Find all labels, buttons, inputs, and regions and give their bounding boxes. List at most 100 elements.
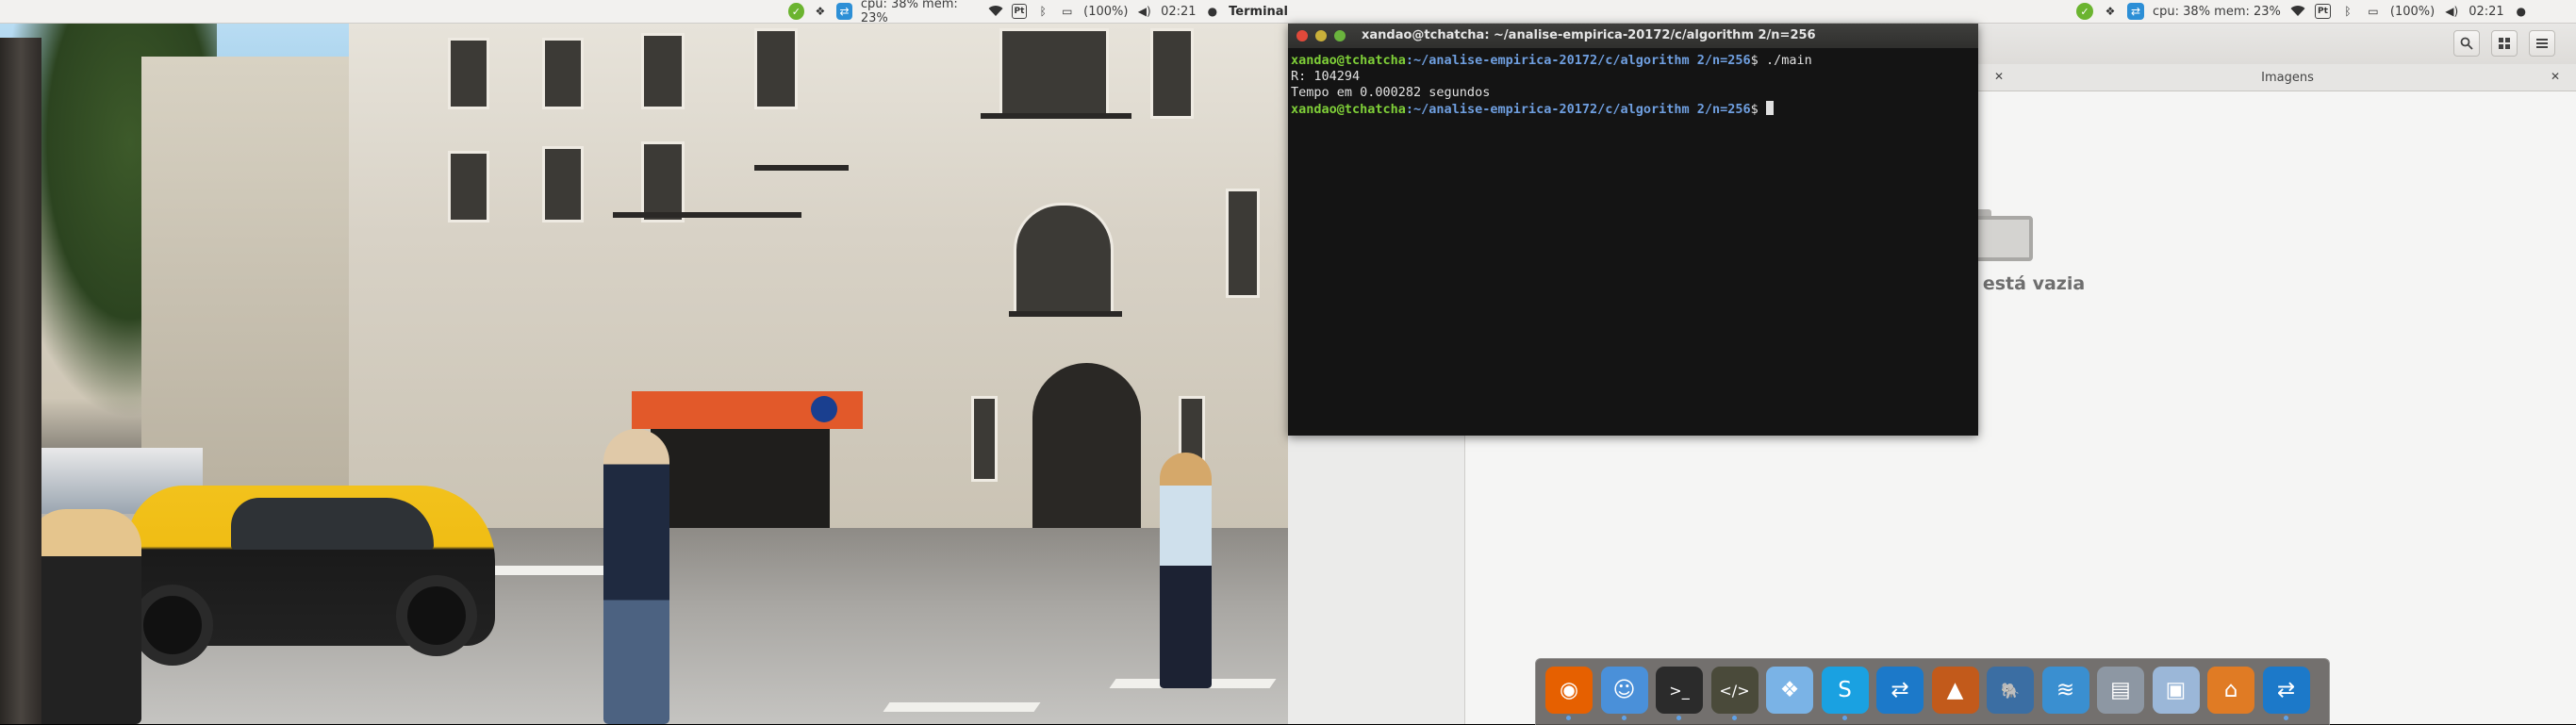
wallpaper-balcony bbox=[1009, 311, 1122, 317]
tab-imagens[interactable]: Imagens bbox=[2009, 64, 2566, 91]
dropbox-icon[interactable]: ❖ bbox=[1766, 667, 1813, 714]
running-indicator bbox=[1566, 716, 1571, 720]
running-indicator bbox=[1841, 716, 1847, 720]
top-panel-left: ✓ ❖ ⇄ cpu: 38% mem: 23% Pt ᛒ ▭ (100%) ◀)… bbox=[0, 0, 1288, 25]
text-cursor bbox=[1765, 101, 1774, 115]
terminal-line: xandao@tchatcha:~/analise-empirica-20172… bbox=[1291, 53, 1975, 69]
wallpaper-window bbox=[448, 151, 489, 222]
keyboard-layout-indicator[interactable]: Pt bbox=[1012, 4, 1027, 19]
teamviewer-tray-icon[interactable]: ⇄ bbox=[836, 3, 852, 20]
mysql-workbench-icon[interactable]: ≋ bbox=[2041, 667, 2089, 714]
desktop-wallpaper bbox=[0, 0, 1288, 724]
dropbox-tray-icon[interactable]: ❖ bbox=[2102, 3, 2119, 20]
prompt-user: xandao@tchatcha bbox=[1291, 102, 1406, 117]
wallpaper-window bbox=[971, 396, 998, 482]
menu-button[interactable] bbox=[2529, 30, 2555, 57]
maximize-window-button[interactable] bbox=[1334, 30, 1346, 41]
running-indicator bbox=[2283, 716, 2288, 720]
terminal-titlebar[interactable]: xandao@tchatcha: ~/analise-empirica-2017… bbox=[1288, 24, 1978, 48]
system-monitor[interactable]: cpu: 38% mem: 23% bbox=[861, 0, 980, 25]
prompt-path: :~/analise-empirica-20172/c/algorithm 2/… bbox=[1405, 102, 1751, 117]
wallpaper-taxi-window bbox=[231, 498, 434, 550]
matlab-icon[interactable]: ▲ bbox=[1931, 667, 1979, 714]
code-editor-icon[interactable]: </> bbox=[1710, 667, 1759, 714]
view-toggle-button[interactable] bbox=[2491, 30, 2518, 57]
virtualbox-icon[interactable]: ▣ bbox=[2152, 667, 2200, 714]
volume-icon[interactable]: ◀) bbox=[1136, 3, 1152, 20]
teamviewer-2-icon[interactable]: ⇄ bbox=[2262, 667, 2310, 714]
prompt-user: xandao@tchatcha bbox=[1291, 53, 1406, 68]
wallpaper-window bbox=[542, 38, 584, 109]
bluetooth-icon[interactable]: ᛒ bbox=[2339, 3, 2356, 20]
prompt-path: :~/analise-empirica-20172/c/algorithm 2/… bbox=[1405, 53, 1751, 68]
battery-icon[interactable]: ▭ bbox=[1060, 3, 1076, 20]
volume-icon[interactable]: ◀) bbox=[2443, 3, 2460, 20]
close-tab-button[interactable]: ✕ bbox=[1990, 68, 2007, 85]
wallpaper-balcony bbox=[981, 113, 1131, 119]
update-notifier-icon[interactable]: ✓ bbox=[788, 3, 804, 20]
battery-percentage[interactable]: (100%) bbox=[1083, 5, 1128, 19]
running-indicator bbox=[1731, 716, 1737, 720]
wallpaper-window bbox=[1014, 203, 1114, 317]
top-panel-right: ✓ ❖ ⇄ cpu: 38% mem: 23% Pt ᛒ ▭ (100%) ◀)… bbox=[1288, 0, 2576, 24]
skype-icon[interactable]: S bbox=[1821, 667, 1869, 714]
wallpaper-window bbox=[1226, 189, 1260, 298]
update-notifier-icon[interactable]: ✓ bbox=[2076, 3, 2093, 20]
close-window-button[interactable] bbox=[1296, 30, 1308, 41]
keyboard-layout-indicator[interactable]: Pt bbox=[2314, 4, 2331, 19]
terminal-output[interactable]: xandao@tchatcha:~/analise-empirica-20172… bbox=[1288, 48, 1978, 123]
wallpaper-person bbox=[603, 429, 669, 724]
grid-view-icon bbox=[2499, 38, 2510, 49]
clock[interactable]: 02:21 bbox=[1161, 5, 1196, 19]
hamburger-menu-icon bbox=[2536, 39, 2548, 48]
wifi-icon[interactable] bbox=[2289, 3, 2306, 20]
wifi-icon[interactable] bbox=[987, 3, 1003, 20]
teamviewer-tray-icon[interactable]: ⇄ bbox=[2127, 3, 2144, 20]
indicator-area: ✓ ❖ ⇄ cpu: 38% mem: 23% Pt ᛒ ▭ (100%) ◀)… bbox=[788, 0, 1288, 25]
wallpaper-window bbox=[448, 38, 489, 109]
wallpaper-street-sign bbox=[811, 396, 837, 422]
terminal-line: R: 104294 bbox=[1291, 69, 1361, 84]
network-app-icon[interactable]: ⌂ bbox=[2207, 667, 2254, 714]
close-tab-button[interactable]: ✕ bbox=[2547, 68, 2564, 85]
system-monitor[interactable]: cpu: 38% mem: 23% bbox=[2153, 5, 2281, 19]
search-button[interactable] bbox=[2453, 30, 2480, 57]
terminal-icon[interactable]: >_ bbox=[1656, 667, 1703, 714]
scanner-icon[interactable]: ▤ bbox=[2097, 667, 2144, 714]
wallpaper-window bbox=[754, 28, 798, 109]
terminal-window[interactable]: xandao@tchatcha: ~/analise-empirica-2017… bbox=[1288, 24, 1978, 436]
battery-percentage[interactable]: (100%) bbox=[2390, 5, 2435, 19]
wallpaper-window bbox=[641, 33, 685, 109]
terminal-line: Tempo em 0.000282 segundos bbox=[1291, 85, 1491, 100]
clock[interactable]: 02:21 bbox=[2469, 5, 2503, 19]
postgresql-icon[interactable]: 🐘 bbox=[1987, 667, 2034, 714]
wallpaper-balcony bbox=[754, 165, 849, 171]
wallpaper-wheel bbox=[396, 575, 477, 656]
prompt-symbol: $ bbox=[1750, 102, 1766, 117]
close-icon: ✕ bbox=[2550, 70, 2561, 83]
bluetooth-icon[interactable]: ᛒ bbox=[1035, 3, 1051, 20]
apple-menu-icon[interactable]: ● bbox=[1205, 3, 1221, 20]
wallpaper-crosswalk bbox=[883, 702, 1041, 712]
indicator-area: ✓ ❖ ⇄ cpu: 38% mem: 23% Pt ᛒ ▭ (100%) ◀)… bbox=[2076, 0, 2530, 23]
dropbox-tray-icon[interactable]: ❖ bbox=[813, 3, 829, 20]
prompt-symbol: $ bbox=[1750, 53, 1766, 68]
search-icon bbox=[2460, 37, 2473, 50]
battery-icon[interactable]: ▭ bbox=[2365, 3, 2382, 20]
terminal-command: ./main bbox=[1765, 53, 1812, 68]
wallpaper-window bbox=[1150, 28, 1194, 119]
minimize-window-button[interactable] bbox=[1315, 30, 1327, 41]
wallpaper-balcony bbox=[613, 212, 801, 218]
wallpaper-doorway bbox=[1032, 363, 1141, 537]
terminal-title: xandao@tchatcha: ~/analise-empirica-2017… bbox=[1362, 28, 1816, 42]
dock: ◉ ☺ >_ </> ❖ S ⇄ ▲ 🐘 ≋ ▤ ▣ ⌂ ⇄ bbox=[1535, 658, 2330, 725]
active-app-name[interactable]: Terminal bbox=[1229, 5, 1288, 19]
running-indicator bbox=[1676, 716, 1681, 720]
finder-icon[interactable]: ☺ bbox=[1600, 667, 1648, 714]
teamviewer-icon[interactable]: ⇄ bbox=[1876, 667, 1924, 714]
wallpaper-wheel bbox=[132, 585, 213, 666]
wallpaper-person bbox=[1160, 453, 1212, 688]
firefox-icon[interactable]: ◉ bbox=[1545, 667, 1593, 714]
tab-label: Imagens bbox=[2261, 70, 2314, 85]
apple-menu-icon[interactable]: ● bbox=[2513, 3, 2530, 20]
